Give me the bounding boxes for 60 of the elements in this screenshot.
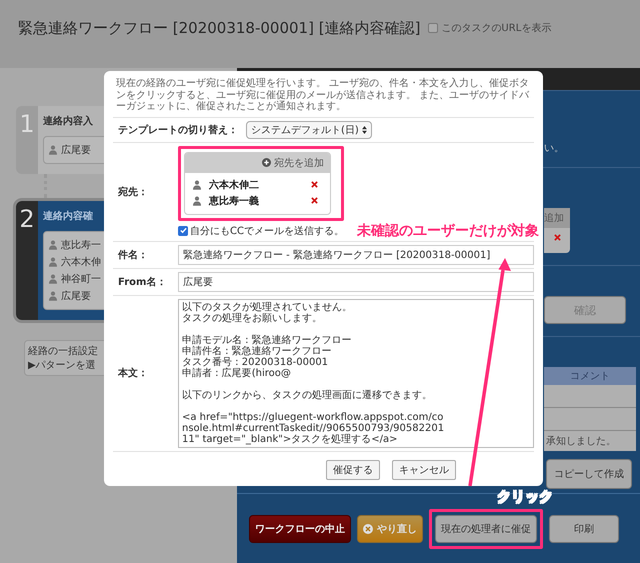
person-icon <box>49 240 57 250</box>
text-line: タスクの処理をお願いします。 <box>182 312 322 324</box>
text-line: 以下のリンクから、タスクの処理画面に遷移できます。 <box>182 390 432 400</box>
recipient-header: 追加 <box>544 208 570 228</box>
member-name: 広尾要 <box>61 144 91 157</box>
step-name: 連絡内容入 <box>43 114 94 128</box>
message-text: い。 <box>544 142 565 155</box>
step-number: 2 <box>16 201 38 320</box>
action-button[interactable]: 現在の処理者に催促 <box>435 514 537 542</box>
member-name: 恵比寿一 <box>61 238 101 252</box>
step-number: 1 <box>16 106 38 174</box>
text-line: 申請モデル名 : 緊急連絡ワークフロー <box>182 334 352 346</box>
person-icon <box>49 257 57 267</box>
plus-circle-icon <box>262 158 271 167</box>
checkbox-label: 自分にもCCでメールを送信する。 <box>190 224 344 238</box>
remove-icon[interactable] <box>554 234 560 241</box>
person-icon <box>49 291 57 301</box>
checkbox[interactable] <box>178 226 188 236</box>
sort-arrows-icon <box>362 126 367 134</box>
dialog-description: 現在の経路のユーザ宛に催促処理を行います。 ユーザ宛の、件名・本文を入力し、催促ボタンをクリックすると、ユーザ宛に催促用のメールが送信されます。 また、ユーザのサイドバーガジェットに、催促されたことが通知されます。 <box>115 76 530 114</box>
subject-field[interactable]: 緊急連絡ワークフロー - 緊急連絡ワークフロー [20200318-00001] <box>178 244 534 264</box>
close-circle-icon <box>363 524 373 534</box>
annotation-text: 未確認のユーザーだけが対象 <box>357 222 539 240</box>
table-cell-text: 承知しました。 <box>545 435 617 449</box>
text-line: 以下のタスクが処理されていません。 <box>182 302 352 312</box>
settings-title: 経路の一括設定 <box>28 344 99 358</box>
dialog-button[interactable]: 催促する <box>326 460 380 480</box>
copy-button[interactable]: コピーして作成 <box>546 459 632 489</box>
text-line: 申請者 : 広尾要(hiroo@ <box>182 368 291 378</box>
text-line: 申請件名 : 緊急連絡ワークフロー <box>182 346 332 356</box>
remove-icon[interactable] <box>311 181 318 188</box>
remove-icon[interactable] <box>311 197 318 204</box>
field-label: 本文： <box>116 366 149 380</box>
checkbox[interactable] <box>428 23 438 33</box>
person-icon <box>49 145 57 155</box>
field-label: From名： <box>117 276 168 288</box>
person-icon <box>193 180 201 190</box>
field-label: 宛先： <box>117 186 149 198</box>
recipient-name: 六本木伸二 <box>209 178 260 192</box>
template-select[interactable]: システムデフォルト(日) <box>246 120 372 138</box>
action-button[interactable]: ワークフローの中止 <box>249 514 351 542</box>
person-icon <box>193 196 201 206</box>
text-line: <a href="https://gluegent-workflow.appspot.com/console.html#currentTaskedit//9065500793/9058220111" target="_blank">タスクを処理する</a> <box>182 412 445 444</box>
person-icon <box>49 274 57 284</box>
body-textarea[interactable] <box>178 298 534 448</box>
checkbox-label: このタスクのURLを表示 <box>441 22 552 35</box>
recipient-name: 恵比寿一義 <box>209 194 260 208</box>
text-line: タスク番号 : 20200318-00001 <box>182 356 328 368</box>
action-button[interactable]: 印刷 <box>549 514 619 542</box>
page-title: 緊急連絡ワークフロー [20200318-00001] [連絡内容確認] <box>18 18 420 38</box>
member-name: 神谷町一 <box>61 272 101 286</box>
member-name: 広尾要 <box>61 290 91 303</box>
annotation-text: クリック <box>497 488 553 506</box>
from-name-field[interactable]: 広尾要 <box>178 272 534 292</box>
member-name: 六本木伸 <box>61 256 101 269</box>
column-header: コメント <box>544 367 636 385</box>
dialog-button[interactable]: キャンセル <box>392 460 456 480</box>
field-label: 件名： <box>116 248 149 262</box>
step-name: 連絡内容確 <box>43 209 94 223</box>
field-label: テンプレートの切り替え： <box>117 123 239 136</box>
